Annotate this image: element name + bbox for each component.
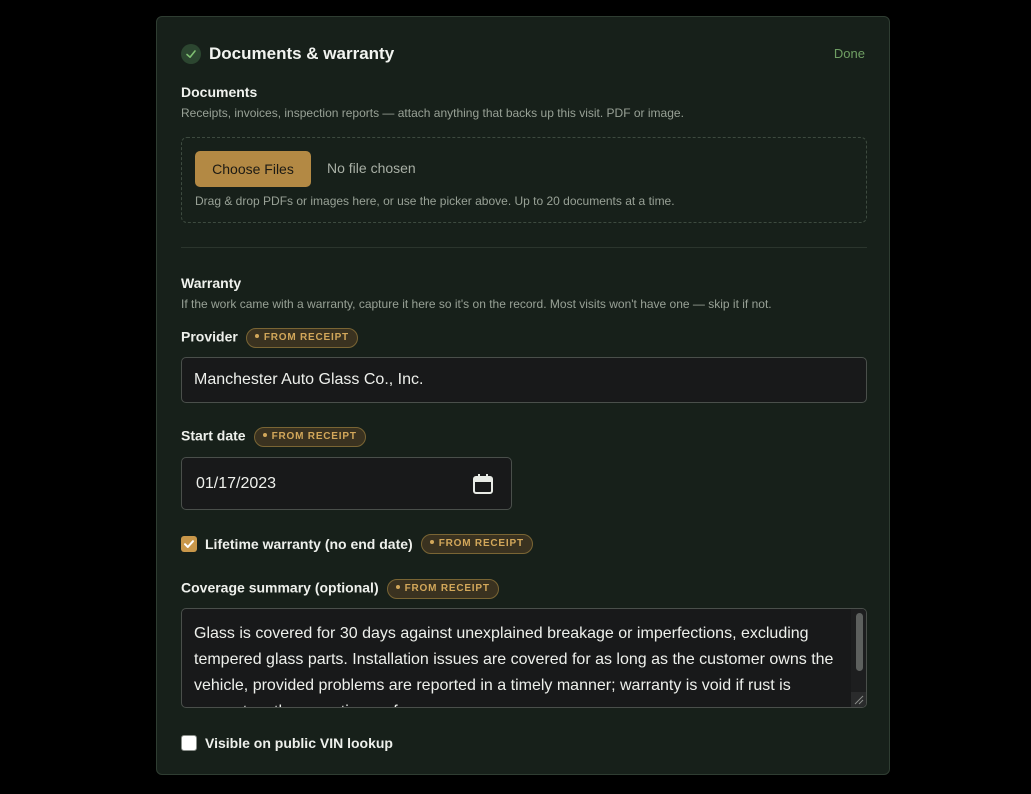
- choose-files-button[interactable]: Choose Files: [195, 151, 311, 187]
- badge-text: FROM RECEIPT: [404, 583, 490, 594]
- badge-dot-icon: [429, 540, 434, 545]
- section-divider: [181, 247, 867, 248]
- drop-hint: Drag & drop PDFs or images here, or use …: [195, 194, 675, 208]
- document-dropzone[interactable]: Choose Files No file chosen Drag & drop …: [181, 137, 867, 223]
- lifetime-checkbox[interactable]: [181, 536, 197, 552]
- from-receipt-badge: FROM RECEIPT: [253, 427, 366, 447]
- public-vin-checkbox[interactable]: [181, 734, 197, 751]
- provider-input[interactable]: [181, 357, 867, 403]
- lifetime-label[interactable]: Lifetime warranty (no end date): [205, 536, 413, 552]
- badge-text: FROM RECEIPT: [271, 431, 357, 442]
- from-receipt-badge: FROM RECEIPT: [245, 328, 358, 348]
- coverage-textarea[interactable]: Glass is covered for 30 days against une…: [181, 608, 867, 708]
- coverage-label: Coverage summary (optional): [181, 579, 379, 596]
- done-link[interactable]: Done: [834, 46, 865, 61]
- card-title: Documents & warranty: [209, 44, 395, 63]
- badge-text: FROM RECEIPT: [438, 538, 524, 549]
- start-date-value: 01/17/2023: [196, 475, 277, 492]
- warranty-label: Warranty: [181, 275, 242, 291]
- badge-dot-icon: [262, 433, 267, 438]
- documents-warranty-card: Documents & warranty Done Documents Rece…: [156, 16, 890, 775]
- provider-label: Provider: [181, 328, 238, 345]
- start-date-label: Start date: [181, 427, 246, 444]
- coverage-label-row: Coverage summary (optional) FROM RECEIPT: [181, 579, 499, 599]
- start-date-input[interactable]: 01/17/2023: [181, 457, 512, 510]
- provider-label-row: Provider FROM RECEIPT: [181, 328, 358, 348]
- badge-dot-icon: [254, 334, 259, 339]
- no-file-chosen-text: No file chosen: [327, 160, 416, 176]
- calendar-icon[interactable]: [472, 473, 494, 500]
- from-receipt-badge: FROM RECEIPT: [386, 579, 499, 599]
- coverage-text[interactable]: Glass is covered for 30 days against une…: [194, 621, 836, 707]
- warranty-hint: If the work came with a warranty, captur…: [181, 297, 772, 311]
- resize-grip-icon[interactable]: [851, 692, 866, 707]
- check-icon: [181, 44, 201, 64]
- public-vin-row: Visible on public VIN lookup: [181, 734, 393, 752]
- scrollbar-thumb[interactable]: [856, 613, 863, 671]
- public-vin-label[interactable]: Visible on public VIN lookup: [205, 735, 393, 751]
- card-header: Documents & warranty Done: [181, 43, 865, 65]
- documents-hint: Receipts, invoices, inspection reports —…: [181, 106, 684, 120]
- start-date-label-row: Start date FROM RECEIPT: [181, 427, 366, 447]
- documents-label: Documents: [181, 84, 258, 100]
- badge-dot-icon: [395, 585, 400, 590]
- lifetime-row: Lifetime warranty (no end date) FROM RECE…: [181, 534, 533, 554]
- from-receipt-badge: FROM RECEIPT: [420, 534, 533, 554]
- badge-text: FROM RECEIPT: [263, 332, 349, 343]
